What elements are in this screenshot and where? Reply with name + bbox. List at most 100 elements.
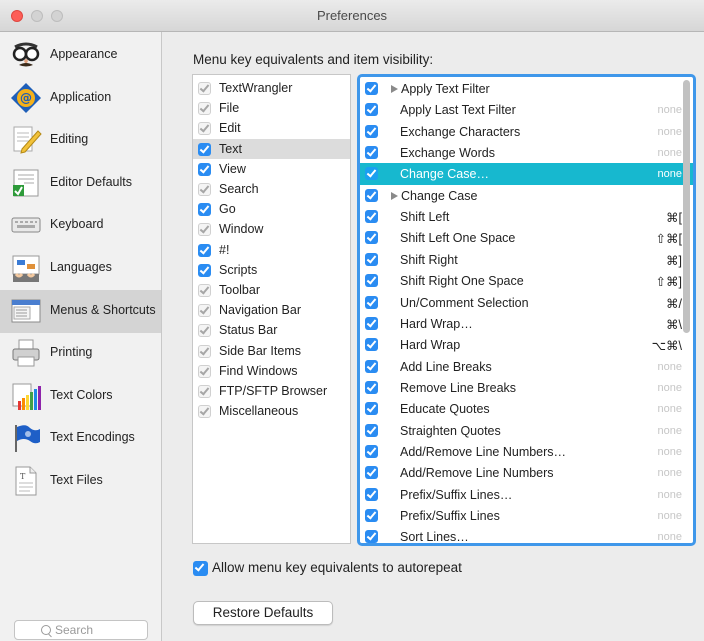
menu-item-row[interactable]: Shift Right ⌘] bbox=[360, 249, 693, 270]
menu-item-row[interactable]: Hard Wrap ⌥⌘\ bbox=[360, 334, 693, 355]
menu-visibility-checkbox[interactable] bbox=[198, 142, 211, 156]
menu-row[interactable]: Window bbox=[193, 219, 350, 239]
menu-item-row[interactable]: Straighten Quotes none bbox=[360, 420, 693, 441]
menu-item-row[interactable]: Educate Quotes none bbox=[360, 398, 693, 419]
item-visibility-checkbox[interactable] bbox=[365, 252, 378, 266]
item-visibility-checkbox[interactable] bbox=[365, 359, 378, 373]
item-visibility-checkbox[interactable] bbox=[365, 103, 378, 117]
sidebar-item-text-files[interactable]: T Text Files bbox=[0, 460, 161, 503]
key-equivalent[interactable]: none bbox=[658, 382, 682, 394]
item-visibility-checkbox[interactable] bbox=[365, 316, 378, 330]
menu-visibility-checkbox[interactable] bbox=[198, 162, 211, 176]
search-input[interactable]: Search bbox=[14, 620, 148, 640]
menu-row[interactable]: FTP/SFTP Browser bbox=[193, 381, 350, 401]
item-visibility-checkbox[interactable] bbox=[365, 487, 378, 501]
key-equivalent[interactable]: none bbox=[658, 361, 682, 373]
menu-row[interactable]: TextWrangler bbox=[193, 78, 350, 98]
menu-row[interactable]: Navigation Bar bbox=[193, 300, 350, 320]
key-equivalent[interactable]: ⇧⌘] bbox=[656, 274, 682, 289]
item-visibility-checkbox[interactable] bbox=[365, 82, 378, 95]
menu-visibility-checkbox[interactable] bbox=[198, 284, 211, 297]
menu-item-row[interactable]: Apply Last Text Filter none bbox=[360, 99, 693, 120]
menu-item-row[interactable]: Change Case bbox=[360, 185, 693, 206]
autorepeat-checkbox[interactable] bbox=[193, 561, 208, 576]
restore-defaults-button[interactable]: Restore Defaults bbox=[193, 601, 333, 625]
key-equivalent[interactable]: ⌘/ bbox=[666, 296, 682, 311]
menu-visibility-checkbox[interactable] bbox=[198, 122, 211, 136]
sidebar-item-languages[interactable]: Languages bbox=[0, 247, 161, 290]
key-equivalent[interactable]: none bbox=[658, 104, 682, 116]
menu-item-row[interactable]: Add/Remove Line Numbers… none bbox=[360, 441, 693, 462]
key-equivalent[interactable]: none bbox=[658, 168, 682, 180]
menu-row[interactable]: #! bbox=[193, 240, 350, 260]
disclosure-triangle-icon[interactable] bbox=[391, 85, 398, 93]
key-equivalent[interactable]: none bbox=[658, 489, 682, 501]
menu-item-row[interactable]: Remove Line Breaks none bbox=[360, 377, 693, 398]
item-visibility-checkbox[interactable] bbox=[365, 509, 378, 522]
menu-item-row[interactable]: Add Line Breaks none bbox=[360, 356, 693, 377]
item-visibility-checkbox[interactable] bbox=[365, 274, 378, 288]
sidebar-item-keyboard[interactable]: Keyboard bbox=[0, 204, 161, 247]
menu-item-row[interactable]: Un/Comment Selection ⌘/ bbox=[360, 292, 693, 313]
menu-row[interactable]: Text bbox=[193, 138, 350, 159]
sidebar-item-editing[interactable]: Editing bbox=[0, 119, 161, 162]
scrollbar-thumb[interactable] bbox=[683, 80, 690, 333]
menu-visibility-checkbox[interactable] bbox=[198, 405, 211, 419]
key-equivalent[interactable]: none bbox=[658, 126, 682, 138]
item-visibility-checkbox[interactable] bbox=[365, 210, 378, 224]
key-equivalent[interactable]: none bbox=[658, 467, 682, 479]
menu-item-row[interactable]: Shift Right One Space ⇧⌘] bbox=[360, 270, 693, 291]
menu-row[interactable]: Status Bar bbox=[193, 320, 350, 340]
menu-item-list[interactable]: Apply Text Filter Apply Last Text Filter n… bbox=[357, 74, 696, 546]
item-visibility-checkbox[interactable] bbox=[365, 167, 378, 181]
key-equivalent[interactable]: ⌥⌘\ bbox=[652, 338, 682, 353]
item-visibility-checkbox[interactable] bbox=[365, 295, 378, 309]
item-visibility-checkbox[interactable] bbox=[365, 402, 378, 416]
menu-list[interactable]: TextWrangler File Edit Text View Search Go Wind… bbox=[192, 74, 351, 544]
key-equivalent[interactable]: none bbox=[658, 510, 682, 522]
menu-row[interactable]: File bbox=[193, 98, 350, 118]
menu-visibility-checkbox[interactable] bbox=[198, 203, 211, 217]
menu-item-row[interactable]: Hard Wrap… ⌘\ bbox=[360, 313, 693, 334]
menu-item-row[interactable]: Change Case… none bbox=[360, 163, 693, 185]
key-equivalent[interactable]: ⌘\ bbox=[666, 317, 682, 332]
menu-item-row[interactable]: Apply Text Filter bbox=[360, 78, 693, 99]
key-equivalent[interactable]: ⌘] bbox=[666, 253, 682, 268]
item-visibility-checkbox[interactable] bbox=[365, 124, 378, 138]
menu-item-row[interactable]: Exchange Words none bbox=[360, 142, 693, 163]
key-equivalent[interactable]: none bbox=[658, 403, 682, 415]
key-equivalent[interactable]: ⇧⌘[ bbox=[656, 231, 682, 246]
menu-visibility-checkbox[interactable] bbox=[198, 183, 211, 196]
item-visibility-checkbox[interactable] bbox=[365, 423, 378, 437]
menu-item-row[interactable]: Exchange Characters none bbox=[360, 121, 693, 142]
menu-item-row[interactable]: Prefix/Suffix Lines… none bbox=[360, 484, 693, 505]
item-visibility-checkbox[interactable] bbox=[365, 338, 378, 352]
key-equivalent[interactable]: ⌘[ bbox=[666, 210, 682, 225]
disclosure-triangle-icon[interactable] bbox=[391, 191, 398, 200]
sidebar-item-printing[interactable]: Printing bbox=[0, 332, 161, 375]
menu-visibility-checkbox[interactable] bbox=[198, 385, 211, 398]
menu-visibility-checkbox[interactable] bbox=[198, 243, 211, 257]
menu-row[interactable]: Side Bar Items bbox=[193, 341, 350, 361]
menu-row[interactable]: Go bbox=[193, 199, 350, 219]
key-equivalent[interactable]: none bbox=[658, 531, 682, 543]
menu-visibility-checkbox[interactable] bbox=[198, 324, 211, 338]
key-equivalent[interactable]: none bbox=[658, 147, 682, 159]
item-visibility-checkbox[interactable] bbox=[365, 231, 378, 245]
sidebar-item-text-colors[interactable]: Text Colors bbox=[0, 375, 161, 418]
menu-item-row[interactable]: Shift Left ⌘[ bbox=[360, 206, 693, 227]
menu-row[interactable]: Scripts bbox=[193, 260, 350, 280]
menu-row[interactable]: View bbox=[193, 159, 350, 179]
menu-row[interactable]: Edit bbox=[193, 118, 350, 138]
key-equivalent[interactable]: none bbox=[658, 446, 682, 458]
item-visibility-checkbox[interactable] bbox=[365, 146, 378, 160]
sidebar-item-menus-shortcuts[interactable]: Menus & Shortcuts bbox=[0, 289, 161, 333]
sidebar-item-editor-defaults[interactable]: Editor Defaults bbox=[0, 162, 161, 205]
menu-row[interactable]: Find Windows bbox=[193, 361, 350, 381]
menu-visibility-checkbox[interactable] bbox=[198, 102, 211, 116]
sidebar-item-application[interactable]: @ Application bbox=[0, 77, 161, 120]
menu-visibility-checkbox[interactable] bbox=[198, 82, 211, 95]
menu-row[interactable]: Search bbox=[193, 179, 350, 199]
sidebar-item-text-encodings[interactable]: Text Encodings bbox=[0, 417, 161, 460]
item-visibility-checkbox[interactable] bbox=[365, 380, 378, 394]
